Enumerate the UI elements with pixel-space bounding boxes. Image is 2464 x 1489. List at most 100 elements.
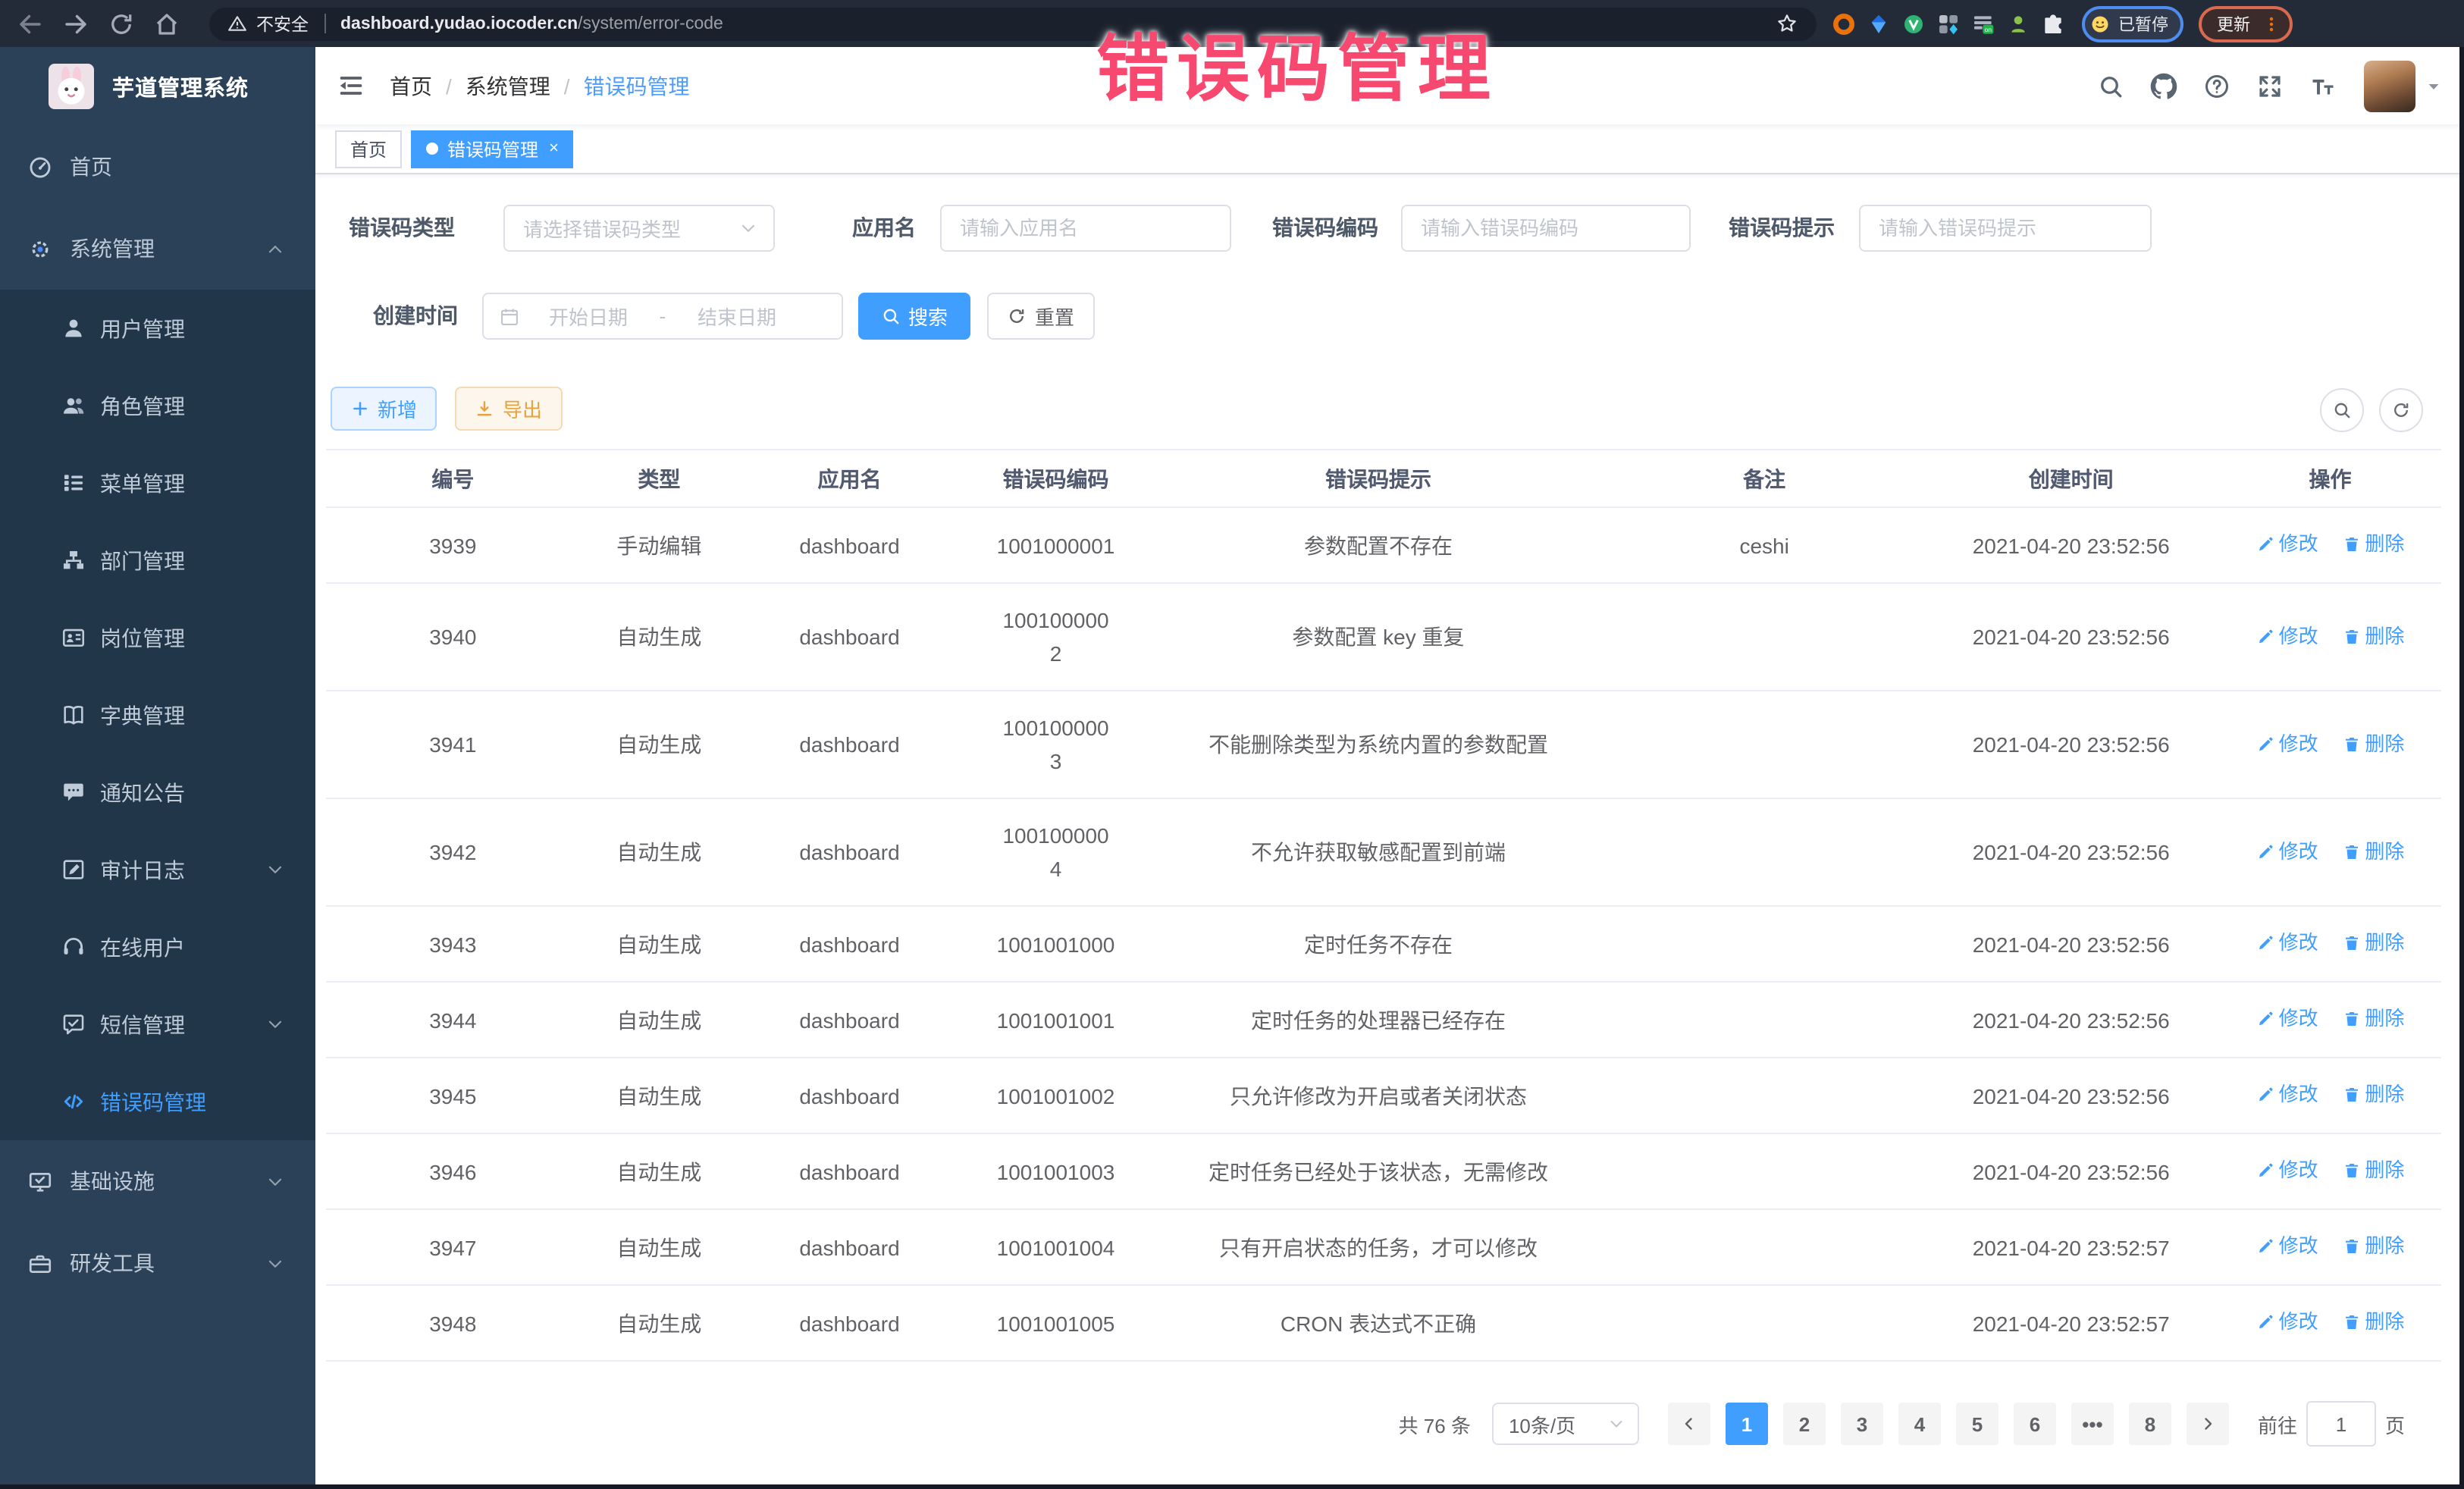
- browser-update-button[interactable]: 更新: [2199, 5, 2293, 42]
- page-button[interactable]: 5: [1956, 1403, 1998, 1445]
- page-button[interactable]: 3: [1841, 1403, 1883, 1445]
- actions-cell: 修改 删除: [2219, 1133, 2441, 1209]
- sidebar-item[interactable]: 系统管理: [0, 208, 315, 290]
- sidebar-item[interactable]: 字典管理: [0, 676, 315, 754]
- close-icon[interactable]: ×: [549, 140, 559, 157]
- edit-link[interactable]: 修改: [2256, 1078, 2318, 1111]
- sidebar-item[interactable]: 错误码管理: [0, 1063, 315, 1140]
- sidebar-item[interactable]: 首页: [0, 126, 315, 208]
- github-icon[interactable]: [2150, 72, 2177, 99]
- id-cell: 3939: [326, 507, 580, 583]
- page-button[interactable]: 6: [2014, 1403, 2056, 1445]
- page-button[interactable]: 8: [2129, 1403, 2171, 1445]
- forward-icon[interactable]: [61, 10, 91, 37]
- sidebar-item[interactable]: 基础设施: [0, 1140, 315, 1222]
- edit-link[interactable]: 修改: [2256, 1230, 2318, 1263]
- profile-badge-label: 已暂停: [2118, 11, 2168, 36]
- edit-link[interactable]: 修改: [2256, 619, 2318, 653]
- app-cell: dashboard: [738, 906, 961, 982]
- error-type-select[interactable]: 请选择错误码类型: [503, 205, 775, 252]
- warning-icon: [227, 14, 247, 33]
- delete-link[interactable]: 删除: [2342, 835, 2404, 868]
- view-tab[interactable]: 错误码管理 ×: [411, 130, 574, 168]
- next-page-button[interactable]: [2187, 1403, 2229, 1445]
- edit-link[interactable]: 修改: [2256, 528, 2318, 561]
- extension-icon-gem[interactable]: [1867, 11, 1891, 36]
- page-button[interactable]: 2: [1783, 1403, 1826, 1445]
- delete-link[interactable]: 删除: [2342, 1306, 2404, 1339]
- date-range-picker[interactable]: 开始日期 - 结束日期: [482, 293, 843, 340]
- extension-icon-person[interactable]: [2006, 11, 2030, 36]
- sidebar-item[interactable]: 审计日志: [0, 831, 315, 908]
- edit-link[interactable]: 修改: [2256, 835, 2318, 868]
- sidebar-item[interactable]: 岗位管理: [0, 599, 315, 676]
- extension-icon-tampermonkey[interactable]: on: [1971, 11, 1995, 36]
- breadcrumb-home[interactable]: 首页: [390, 71, 432, 101]
- table-row: 3942 自动生成 dashboard 100100000 4 不允许获取敏感配…: [326, 798, 2441, 906]
- search-button[interactable]: 搜索: [858, 293, 970, 340]
- edit-link[interactable]: 修改: [2256, 727, 2318, 760]
- extension-icon-green-v[interactable]: [1901, 11, 1926, 36]
- browser-menu-icon[interactable]: [2262, 13, 2281, 34]
- table-header-row: 编号 类型 应用名 错误码编码 错误码提示 备注 创建时间 操作: [326, 450, 2441, 507]
- sidebar-item[interactable]: 用户管理: [0, 290, 315, 367]
- sidebar-item[interactable]: 研发工具: [0, 1222, 315, 1304]
- view-tab[interactable]: 首页 ×: [335, 130, 402, 168]
- goto-page-input[interactable]: [2306, 1401, 2376, 1447]
- add-button[interactable]: 新增: [331, 387, 437, 431]
- app-logo[interactable]: 芋道管理系统: [0, 47, 315, 126]
- users-icon: [61, 393, 86, 418]
- search-icon[interactable]: [2097, 72, 2124, 99]
- reload-icon[interactable]: [106, 10, 136, 37]
- extension-puzzle-icon[interactable]: [2041, 11, 2065, 36]
- address-bar[interactable]: 不安全 dashboard.yudao.iocoder.cn/system/er…: [209, 7, 1817, 40]
- fullscreen-icon[interactable]: [2256, 72, 2284, 99]
- toggle-search-button[interactable]: [2320, 388, 2364, 432]
- delete-link[interactable]: 删除: [2342, 528, 2404, 561]
- export-button[interactable]: 导出: [455, 387, 563, 431]
- hamburger-icon[interactable]: [337, 71, 365, 100]
- edit-icon: [2256, 735, 2274, 753]
- edit-link[interactable]: 修改: [2256, 1002, 2318, 1036]
- delete-link[interactable]: 删除: [2342, 619, 2404, 653]
- time-cell: 2021-04-20 23:52:57: [1923, 1209, 2219, 1285]
- delete-link[interactable]: 删除: [2342, 926, 2404, 960]
- bookmark-star-icon[interactable]: [1776, 12, 1798, 35]
- breadcrumb-system[interactable]: 系统管理: [466, 71, 550, 101]
- caret-down-icon[interactable]: [2425, 77, 2443, 95]
- prev-page-button[interactable]: [1668, 1403, 1710, 1445]
- font-size-icon[interactable]: [2309, 72, 2337, 99]
- extension-icon-ring[interactable]: [1832, 11, 1856, 36]
- sidebar-item[interactable]: 短信管理: [0, 986, 315, 1063]
- delete-link[interactable]: 删除: [2342, 1154, 2404, 1187]
- delete-link[interactable]: 删除: [2342, 1230, 2404, 1263]
- error-code-input[interactable]: [1401, 205, 1691, 252]
- user-avatar[interactable]: [2364, 60, 2415, 111]
- error-msg-input[interactable]: [1859, 205, 2152, 252]
- sidebar-item[interactable]: 角色管理: [0, 367, 315, 444]
- extension-icon-grid[interactable]: [1936, 11, 1961, 36]
- app-name-input[interactable]: [940, 205, 1231, 252]
- sidebar-item[interactable]: 在线用户: [0, 908, 315, 986]
- delete-link[interactable]: 删除: [2342, 1002, 2404, 1036]
- help-icon[interactable]: [2203, 72, 2230, 99]
- refresh-table-button[interactable]: [2379, 388, 2423, 432]
- back-icon[interactable]: [15, 10, 45, 37]
- page-button[interactable]: •••: [2071, 1403, 2114, 1445]
- reset-button[interactable]: 重置: [987, 293, 1095, 340]
- edit-link[interactable]: 修改: [2256, 1306, 2318, 1339]
- page-size-select[interactable]: 10条/页: [1492, 1403, 1639, 1445]
- page-button[interactable]: 1: [1726, 1403, 1768, 1445]
- browser-profile-badge[interactable]: 已暂停: [2082, 5, 2183, 42]
- sidebar-item[interactable]: 部门管理: [0, 522, 315, 599]
- delete-link[interactable]: 删除: [2342, 727, 2404, 760]
- edit-link[interactable]: 修改: [2256, 1154, 2318, 1187]
- sidebar-item[interactable]: 通知公告: [0, 754, 315, 831]
- type-cell: 手动编辑: [580, 507, 738, 583]
- tab-label: 首页: [350, 136, 387, 161]
- delete-link[interactable]: 删除: [2342, 1078, 2404, 1111]
- sidebar-item[interactable]: 菜单管理: [0, 444, 315, 522]
- home-icon[interactable]: [152, 10, 182, 37]
- page-button[interactable]: 4: [1898, 1403, 1941, 1445]
- edit-link[interactable]: 修改: [2256, 926, 2318, 960]
